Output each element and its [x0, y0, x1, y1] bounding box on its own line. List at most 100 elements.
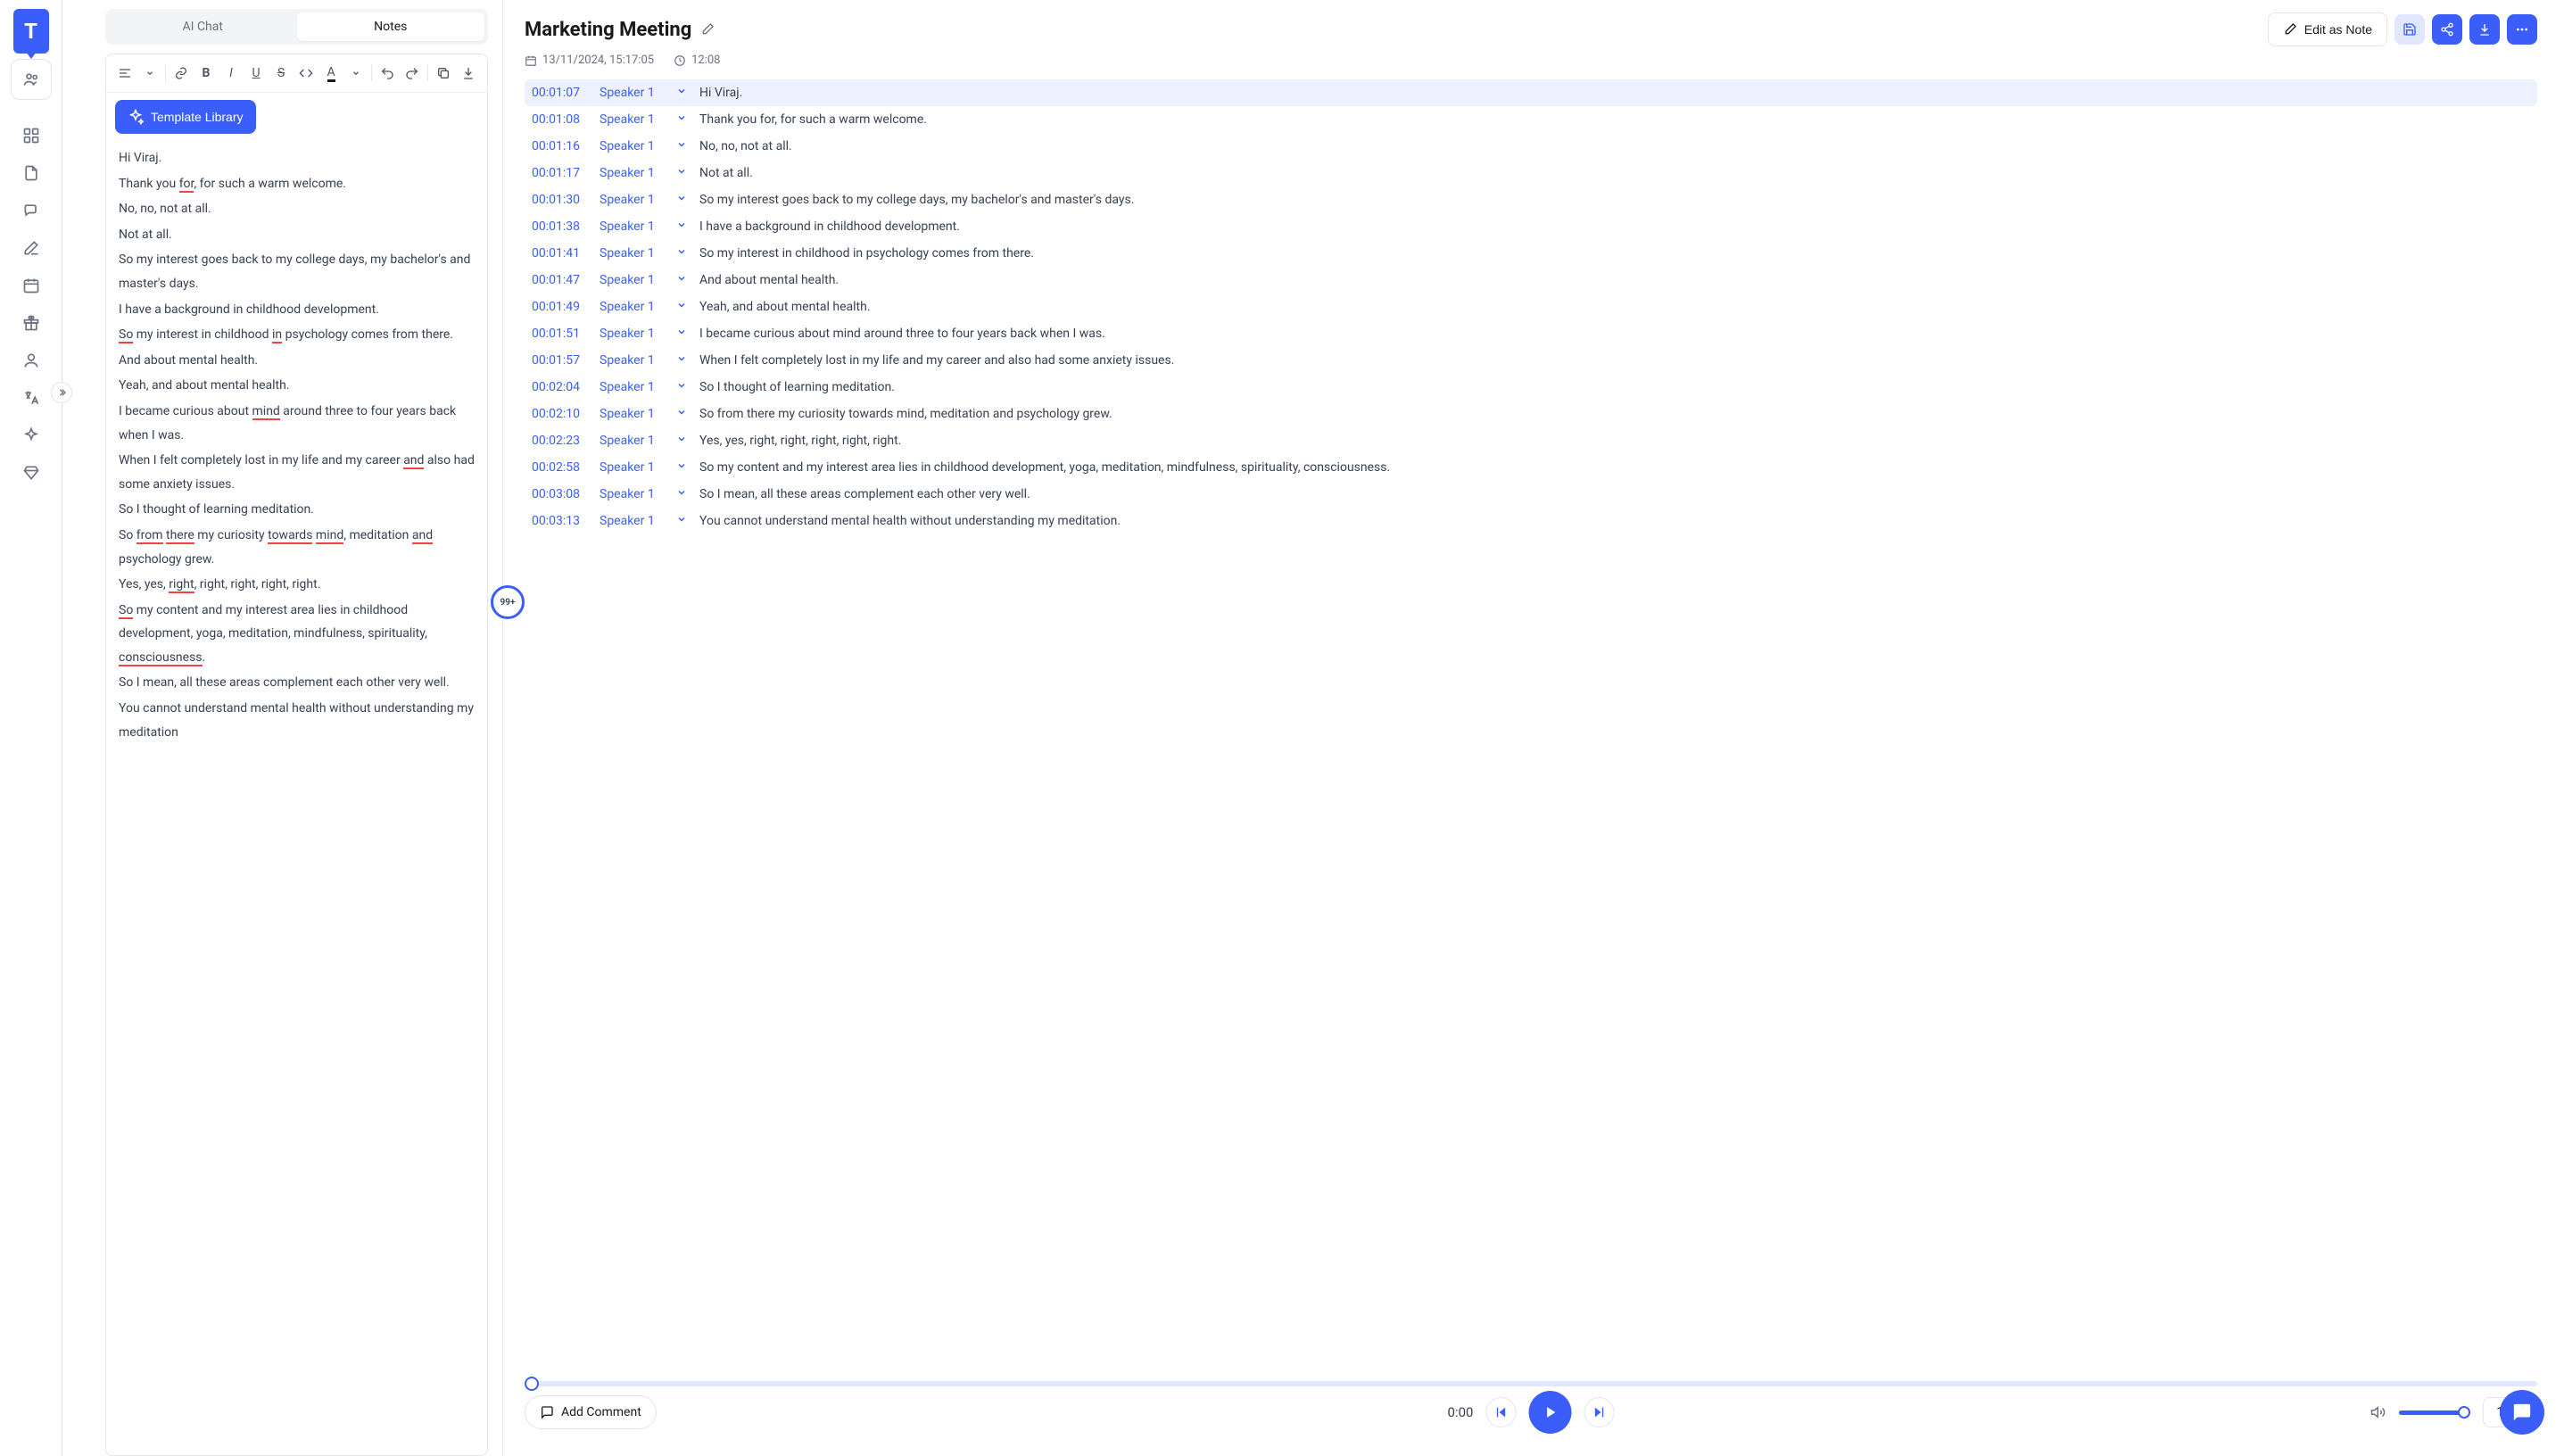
- nav-gift[interactable]: [15, 307, 47, 339]
- people-button[interactable]: [11, 59, 52, 100]
- transcript-speaker[interactable]: Speaker 1: [600, 246, 666, 261]
- code-button[interactable]: [296, 62, 316, 85]
- transcript-time[interactable]: 00:01:57: [532, 353, 589, 368]
- transcript-speaker[interactable]: Speaker 1: [600, 327, 666, 341]
- transcript-row[interactable]: 00:01:49 Speaker 1 Yeah, and about mental …: [525, 294, 2537, 320]
- volume-button[interactable]: [2370, 1404, 2386, 1420]
- bold-button[interactable]: B: [196, 62, 216, 85]
- speaker-dropdown[interactable]: [676, 193, 689, 203]
- notes-line[interactable]: Yes, yes, right, right, right, right, ri…: [119, 573, 475, 597]
- logo[interactable]: T: [13, 9, 49, 54]
- notes-line[interactable]: So my content and my interest area lies …: [119, 599, 475, 670]
- transcript-time[interactable]: 00:01:30: [532, 193, 589, 207]
- transcript-speaker[interactable]: Speaker 1: [600, 193, 666, 207]
- transcript-speaker[interactable]: Speaker 1: [600, 86, 666, 100]
- nav-sparkle[interactable]: [15, 419, 47, 451]
- transcript-row[interactable]: 00:01:07 Speaker 1 Hi Viraj.: [525, 79, 2537, 106]
- download-notes-button[interactable]: [459, 62, 478, 85]
- transcript-time[interactable]: 00:01:41: [532, 246, 589, 261]
- align-dropdown[interactable]: [140, 62, 160, 85]
- transcript-speaker[interactable]: Speaker 1: [600, 434, 666, 448]
- transcript-text[interactable]: I have a background in childhood develop…: [699, 219, 2530, 234]
- transcript-speaker[interactable]: Speaker 1: [600, 380, 666, 394]
- transcript-list[interactable]: 00:01:07 Speaker 1 Hi Viraj. 00:01:08Speake…: [525, 79, 2543, 1372]
- nav-documents[interactable]: [15, 157, 47, 189]
- transcript-time[interactable]: 00:01:49: [532, 300, 589, 314]
- speaker-dropdown[interactable]: [676, 112, 689, 123]
- transcript-text[interactable]: You cannot understand mental health with…: [699, 514, 2530, 528]
- speaker-dropdown[interactable]: [676, 353, 689, 364]
- speaker-dropdown[interactable]: [676, 273, 689, 284]
- speaker-dropdown[interactable]: [676, 434, 689, 444]
- undo-button[interactable]: [377, 62, 397, 85]
- nav-translate[interactable]: [15, 382, 47, 414]
- transcript-time[interactable]: 00:02:58: [532, 460, 589, 475]
- speaker-dropdown[interactable]: [676, 139, 689, 150]
- speaker-dropdown[interactable]: [676, 407, 689, 418]
- speaker-dropdown[interactable]: [676, 86, 689, 96]
- notes-line[interactable]: So my interest goes back to my college d…: [119, 248, 475, 295]
- transcript-row[interactable]: 00:01:38Speaker 1I have a background in …: [525, 213, 2537, 240]
- transcript-time[interactable]: 00:03:13: [532, 514, 589, 528]
- transcript-text[interactable]: Hi Viraj.: [699, 86, 2530, 100]
- transcript-row[interactable]: 00:01:41Speaker 1So my interest in child…: [525, 240, 2537, 267]
- transcript-time[interactable]: 00:01:07: [532, 86, 589, 100]
- nav-dashboard[interactable]: [15, 120, 47, 152]
- add-comment-button[interactable]: Add Comment: [525, 1395, 657, 1429]
- notes-line[interactable]: And about mental health.: [119, 349, 475, 373]
- chat-fab[interactable]: [2500, 1390, 2544, 1435]
- transcript-text[interactable]: No, no, not at all.: [699, 139, 2530, 153]
- transcript-row[interactable]: 00:03:13Speaker 1You cannot understand m…: [525, 508, 2537, 534]
- tab-ai-chat[interactable]: AI Chat: [109, 12, 297, 41]
- transcript-speaker[interactable]: Speaker 1: [600, 112, 666, 127]
- transcript-speaker[interactable]: Speaker 1: [600, 300, 666, 314]
- progress-handle[interactable]: [525, 1377, 539, 1391]
- transcript-time[interactable]: 00:01:51: [532, 327, 589, 341]
- speaker-dropdown[interactable]: [676, 300, 689, 310]
- more-button[interactable]: [2507, 14, 2537, 45]
- notes-line[interactable]: Not at all.: [119, 223, 475, 247]
- next-button[interactable]: [1584, 1397, 1614, 1427]
- italic-button[interactable]: I: [221, 62, 241, 85]
- transcript-text[interactable]: When I felt completely lost in my life a…: [699, 353, 2530, 368]
- color-dropdown[interactable]: [346, 62, 366, 85]
- transcript-text[interactable]: So my content and my interest area lies …: [699, 460, 2530, 475]
- notes-line[interactable]: Hi Viraj.: [119, 146, 475, 170]
- transcript-time[interactable]: 00:03:08: [532, 487, 589, 501]
- align-button[interactable]: [115, 62, 135, 85]
- transcript-text[interactable]: So my interest goes back to my college d…: [699, 193, 2530, 207]
- transcript-text[interactable]: Yeah, and about mental health.: [699, 300, 2530, 314]
- transcript-speaker[interactable]: Speaker 1: [600, 353, 666, 368]
- notes-line[interactable]: You cannot understand mental health with…: [119, 697, 475, 744]
- transcript-text[interactable]: Thank you for, for such a warm welcome.: [699, 112, 2530, 127]
- transcript-speaker[interactable]: Speaker 1: [600, 460, 666, 475]
- transcript-row[interactable]: 00:01:08Speaker 1Thank you for, for such…: [525, 106, 2537, 133]
- notes-line[interactable]: Yeah, and about mental health.: [119, 374, 475, 398]
- transcript-speaker[interactable]: Speaker 1: [600, 407, 666, 421]
- notes-line[interactable]: I became curious about mind around three…: [119, 400, 475, 447]
- transcript-row[interactable]: 00:01:17Speaker 1Not at all.: [525, 160, 2537, 186]
- color-button[interactable]: A: [321, 62, 341, 85]
- transcript-text[interactable]: So from there my curiosity towards mind,…: [699, 407, 2530, 421]
- nav-chat[interactable]: [15, 194, 47, 227]
- speaker-dropdown[interactable]: [676, 246, 689, 257]
- notes-line[interactable]: So my interest in childhood in psycholog…: [119, 323, 475, 347]
- transcript-row[interactable]: 00:02:23Speaker 1Yes, yes, right, right,…: [525, 427, 2537, 454]
- notes-line[interactable]: When I felt completely lost in my life a…: [119, 449, 475, 496]
- nav-edit[interactable]: [15, 232, 47, 264]
- edit-as-note-button[interactable]: Edit as Note: [2268, 12, 2387, 46]
- redo-button[interactable]: [402, 62, 422, 85]
- sidebar-expand-button[interactable]: [51, 382, 72, 403]
- transcript-text[interactable]: Not at all.: [699, 166, 2530, 180]
- transcript-row[interactable]: 00:02:04Speaker 1So I thought of learnin…: [525, 374, 2537, 401]
- notification-badge[interactable]: 99+: [491, 585, 525, 619]
- prev-button[interactable]: [1485, 1397, 1516, 1427]
- copy-button[interactable]: [434, 62, 453, 85]
- transcript-time[interactable]: 00:02:23: [532, 434, 589, 448]
- transcript-row[interactable]: 00:02:10Speaker 1So from there my curios…: [525, 401, 2537, 427]
- download-button[interactable]: [2469, 14, 2500, 45]
- speaker-dropdown[interactable]: [676, 514, 689, 525]
- nav-calendar[interactable]: [15, 269, 47, 302]
- transcript-text[interactable]: And about mental health.: [699, 273, 2530, 287]
- transcript-text[interactable]: So I mean, all these areas complement ea…: [699, 487, 2530, 501]
